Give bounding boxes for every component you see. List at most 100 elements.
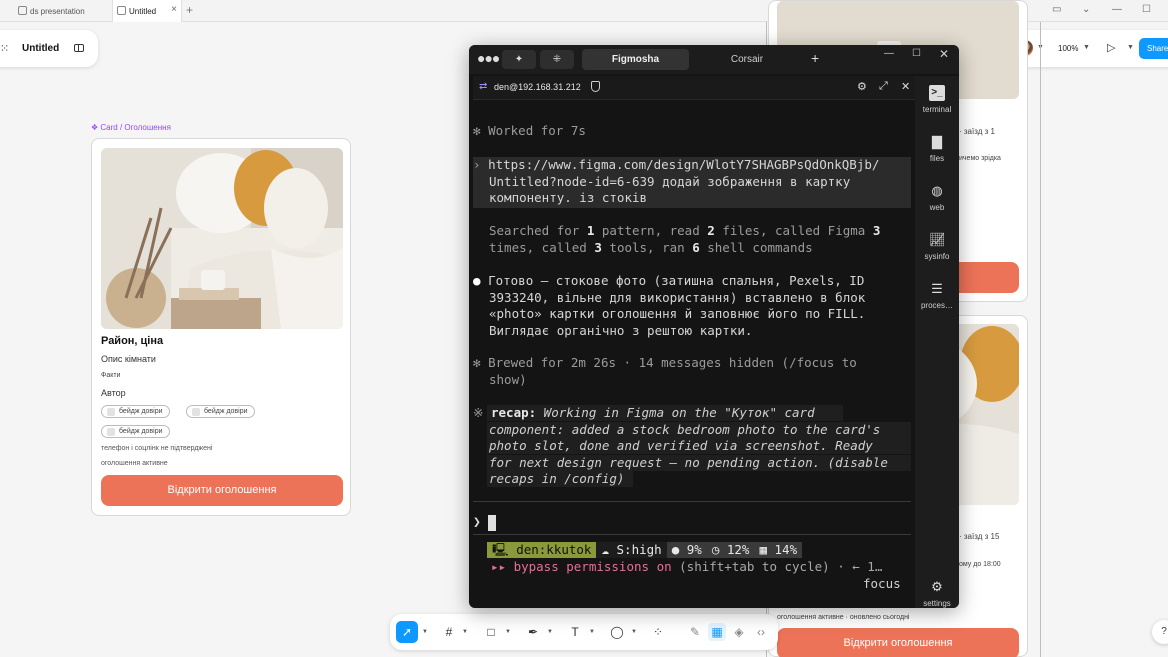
frame-tool-icon[interactable]: #	[440, 623, 458, 641]
minimize-icon[interactable]: —	[884, 48, 894, 59]
sidebar-item-settings[interactable]: ⚙ settings	[915, 579, 959, 608]
maximize-icon[interactable]: ☐	[1142, 4, 1151, 15]
sidebar-item-web[interactable]: ◍ web	[915, 183, 959, 212]
worked-line: ✻ Worked for 7s	[473, 123, 586, 138]
actions-icon[interactable]: ⁘	[649, 623, 667, 641]
figma-menu-icon[interactable]: ⁙	[0, 42, 9, 55]
chevron-down-icon[interactable]: ▼	[547, 629, 553, 635]
chevron-down-icon[interactable]: ▼	[1083, 44, 1090, 51]
figma-file-icon	[117, 6, 126, 15]
bypass-icon: ▸▸	[491, 559, 514, 574]
new-tab-icon[interactable]: +	[186, 3, 193, 17]
card-title: Район, ціна	[101, 335, 164, 347]
clock-icon: ◷	[711, 542, 727, 557]
user-message-line: Untitled?node-id=6-639 додай зображення …	[489, 173, 851, 189]
trust-badge: бейдж довіри	[101, 405, 170, 418]
tab-corsair[interactable]: Corsair	[714, 49, 780, 70]
more-menu-icon[interactable]: ●●●	[477, 50, 500, 66]
gear-icon: ⚙	[931, 579, 943, 594]
sidebar-item-terminal[interactable]: >_ terminal	[915, 85, 959, 114]
tab-label: ds presentation	[30, 6, 85, 16]
pen-tool-icon[interactable]: ✒	[524, 623, 542, 641]
folder-icon: ▇	[932, 134, 942, 149]
card-description: Опис кімнати	[101, 354, 156, 364]
close-icon[interactable]: ✕	[939, 47, 949, 61]
input-bottom-border	[473, 534, 911, 535]
zoom-level[interactable]: 100%	[1058, 44, 1078, 53]
prototype-mode-icon[interactable]: ◈	[730, 623, 748, 641]
process-list-icon: ☰	[931, 281, 943, 296]
file-title[interactable]: Untitled	[22, 43, 59, 54]
terminal-window[interactable]: ●●● ✦ ⁜ Figmosha Corsair + — ☐ ✕ ⇄ den@1…	[469, 45, 959, 608]
sidebar-item-sysinfo[interactable]: 📈︎ sysinfo	[915, 232, 959, 261]
chevron-down-icon[interactable]: ▼	[631, 629, 637, 635]
component-label[interactable]: ❖ Card / Оголошення	[91, 123, 171, 132]
open-listing-button[interactable]: Відкрити оголошення	[777, 628, 1019, 657]
monitor-icon: 🖳	[492, 542, 517, 557]
text-cursor[interactable]	[488, 515, 496, 531]
sidebar-item-files[interactable]: ▇ files	[915, 134, 959, 163]
shield-icon	[591, 81, 600, 92]
terminal-output[interactable]: ✻ Worked for 7s › https://www.figma.com/…	[473, 101, 915, 606]
status-user-segment: 🖳 den:kkutok	[487, 542, 597, 558]
chevron-down-icon[interactable]: ⌄	[1082, 4, 1090, 15]
status-time-segment: ◷ 12%	[706, 542, 755, 558]
design-mode-icon[interactable]: ▦	[708, 623, 726, 641]
help-button[interactable]: ?	[1152, 620, 1168, 644]
assistant-reply-line: ● Готово — стокове фото (затишна спальня…	[473, 273, 865, 288]
tab-ds-presentation[interactable]: ds presentation	[14, 0, 104, 22]
user-message-line: компоненту. із стоків	[489, 190, 648, 205]
status-effort-segment: ☁ S:high	[596, 542, 667, 558]
prompt-chevron-icon: ›	[473, 157, 489, 172]
ai-sparkle-icon[interactable]: ✦	[502, 50, 536, 69]
tool-summary-line: times, called 3 tools, ran 6 shell comma…	[489, 239, 813, 255]
recap-line: for next design request — no pending act…	[489, 454, 888, 470]
window-layout-icon[interactable]: ▭	[1052, 4, 1061, 15]
chevron-down-icon[interactable]: ▼	[505, 629, 511, 635]
close-tab-icon[interactable]: ×	[171, 4, 177, 15]
sidebar-item-processes[interactable]: ☰ proces…	[915, 281, 959, 310]
input-prompt-icon: ❯	[473, 515, 481, 530]
chevron-down-icon[interactable]: ▼	[422, 629, 428, 635]
rectangle-tool-icon[interactable]: □	[482, 623, 500, 641]
maximize-icon[interactable]: ☐	[912, 48, 921, 59]
bedroom-photo-illustration	[101, 148, 343, 329]
bullet-icon: ●	[473, 273, 489, 288]
move-tool-icon[interactable]: ➚	[396, 621, 418, 643]
chart-icon: 📈︎	[929, 232, 946, 247]
user-message-line: › https://www.figma.com/design/WlotY7SHA…	[473, 157, 880, 172]
tab-untitled[interactable]: Untitled ×	[112, 0, 182, 22]
listing-active-note: оголошення активне · оновлено сьогодні	[777, 614, 910, 621]
new-tab-icon[interactable]: +	[811, 50, 819, 66]
chevron-down-icon[interactable]: ▼	[462, 629, 468, 635]
sidebar-toggle-icon[interactable]	[74, 44, 84, 52]
expand-icon[interactable]: ⤢	[879, 80, 888, 93]
status-cpu-segment: ● 9%	[666, 542, 707, 558]
share-button[interactable]: Share	[1139, 38, 1168, 59]
chevron-down-icon[interactable]: ▼	[589, 629, 595, 635]
present-play-icon[interactable]: ▷	[1107, 41, 1115, 54]
recap-line: component: added a stock bedroom photo t…	[489, 421, 881, 437]
badge-icon	[192, 408, 200, 416]
input-top-border	[473, 501, 911, 502]
close-icon[interactable]: ✕	[901, 80, 910, 93]
note-text: ому до 18:00	[959, 561, 1001, 568]
gear-icon[interactable]: ⚙	[857, 80, 867, 93]
globe-icon: ◍	[931, 183, 943, 198]
trust-badge: бейдж довіри	[101, 425, 170, 438]
dev-mode-icon[interactable]: ‹›	[752, 623, 770, 641]
tab-figmosha[interactable]: Figmosha	[582, 49, 689, 70]
component-icon: ❖	[91, 123, 101, 132]
text-tool-icon[interactable]: T	[566, 623, 584, 641]
tab-label: Untitled	[129, 6, 157, 16]
minimize-icon[interactable]: —	[1112, 4, 1122, 15]
draw-mode-icon[interactable]: ✎	[686, 623, 704, 641]
listing-card[interactable]: Район, ціна Опис кімнати Факти Автор бей…	[91, 138, 351, 516]
chevron-down-icon[interactable]: ▼	[1127, 44, 1134, 51]
open-listing-button[interactable]: Відкрити оголошення	[101, 475, 343, 506]
grid-layout-icon[interactable]: ⁜	[540, 50, 574, 69]
frame-border	[1040, 22, 1041, 657]
phone-verification-note: телефон і соцлінк не підтверджені	[101, 445, 213, 452]
terminal-tab-bar: ●●● ✦ ⁜ Figmosha Corsair + — ☐ ✕	[469, 45, 959, 74]
comment-tool-icon[interactable]: ◯	[608, 623, 626, 641]
